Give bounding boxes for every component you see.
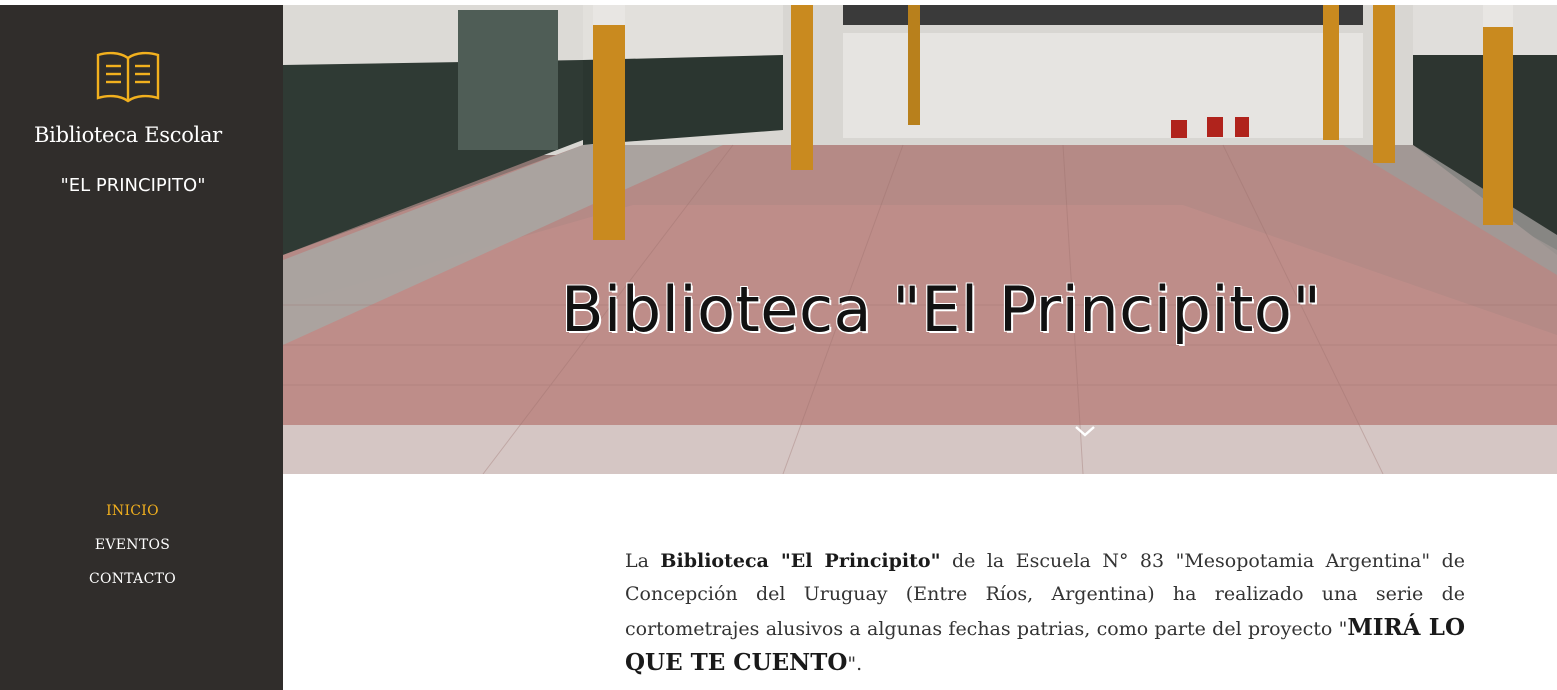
intro-text-start: La: [625, 550, 661, 572]
open-book-icon[interactable]: [95, 48, 161, 106]
hero-title: Biblioteca "El Principito": [561, 273, 1322, 346]
site-title[interactable]: Biblioteca Escolar: [0, 123, 256, 147]
main-nav: INICIO EVENTOS CONTACTO: [0, 501, 265, 603]
hero-banner: Biblioteca "El Principito": [283, 5, 1557, 474]
intro-paragraph: La Biblioteca "El Principito" de la Escu…: [625, 545, 1465, 681]
nav-item-contacto[interactable]: CONTACTO: [0, 569, 265, 603]
nav-item-inicio[interactable]: INICIO: [0, 501, 265, 535]
hero-background-image: [283, 5, 1557, 474]
nav-item-eventos[interactable]: EVENTOS: [0, 535, 265, 569]
sidebar: Biblioteca Escolar "EL PRINCIPITO" INICI…: [0, 5, 283, 690]
chevron-down-icon[interactable]: [1073, 423, 1097, 439]
intro-library-name: Biblioteca "El Principito": [660, 550, 941, 572]
site-subtitle[interactable]: "EL PRINCIPITO": [0, 175, 266, 196]
intro-text-end: ".: [847, 653, 863, 675]
